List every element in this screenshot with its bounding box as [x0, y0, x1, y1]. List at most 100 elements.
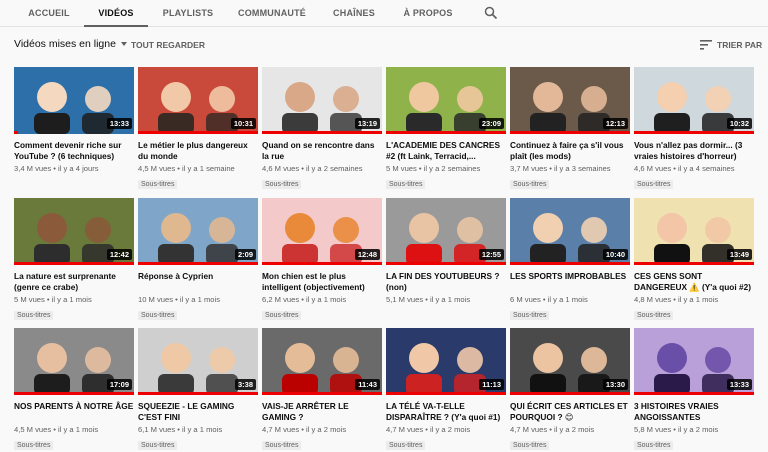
video-thumbnail[interactable]: 17:09	[14, 328, 134, 395]
sort-by-label: TRIER PAR	[717, 40, 763, 50]
video-meta: 6 M vues • il y a 1 mois	[510, 295, 588, 304]
video-card[interactable]: 12:55 LA FIN DES YOUTUBEURS ? (non) 5,1 M …	[386, 198, 506, 304]
video-thumbnail[interactable]: 11:43	[262, 328, 382, 395]
video-card[interactable]: 12:42 La nature est surprenante (genre ce…	[14, 198, 134, 322]
watch-progress-bar	[386, 392, 506, 395]
uploads-dropdown[interactable]: Vidéos mises en ligne	[14, 38, 127, 50]
video-card[interactable]: 13:30 QUI ÉCRIT CES ARTICLES ET POURQUOI …	[510, 328, 630, 452]
watch-progress-bar	[510, 262, 630, 265]
video-title[interactable]: CES GENS SONT DANGEREUX ⚠️ (Y'a quoi #2)	[634, 271, 754, 292]
video-thumbnail[interactable]: 12:42	[14, 198, 134, 265]
watch-progress-bar	[386, 262, 506, 265]
watch-progress-bar	[262, 131, 382, 134]
video-card[interactable]: 10:32 Vous n'allez pas dormir... (3 vraie…	[634, 67, 754, 191]
subtitles-badge: Sous-titres	[510, 180, 550, 189]
video-meta: 5 M vues • il y a 2 semaines	[386, 164, 481, 173]
subtitles-badge: Sous-titres	[634, 311, 674, 320]
video-card[interactable]: 12:48 Mon chien est le plus intelligent (…	[262, 198, 382, 322]
video-thumbnail[interactable]: 23:09	[386, 67, 506, 134]
video-card[interactable]: 13:33 3 HISTOIRES VRAIES ANGOISSANTES 5,8 …	[634, 328, 754, 452]
video-title[interactable]: LES SPORTS IMPROBABLES	[510, 271, 630, 292]
video-title[interactable]: Mon chien est le plus intelligent (objec…	[262, 271, 382, 292]
video-duration: 12:48	[354, 249, 380, 260]
watch-progress-bar	[634, 262, 754, 265]
video-duration: 13:49	[726, 249, 752, 260]
subtitles-badge: Sous-titres	[634, 441, 674, 450]
video-meta: 6,1 M vues • il y a 1 mois	[138, 425, 223, 434]
video-meta: 6,2 M vues • il y a 1 mois	[262, 295, 347, 304]
tab-accueil[interactable]: ACCUEIL	[22, 0, 76, 27]
video-thumbnail[interactable]: 13:33	[14, 67, 134, 134]
video-card[interactable]: 10:40 LES SPORTS IMPROBABLES 6 M vues • il…	[510, 198, 630, 322]
video-card[interactable]: 17:09 NOS PARENTS À NOTRE ÂGE 4,5 M vues •…	[14, 328, 134, 452]
video-title[interactable]: L'ACADEMIE DES CANCRES #2 (ft Laink, Ter…	[386, 140, 506, 161]
video-duration: 11:43	[355, 379, 380, 390]
video-meta: 4,6 M vues • il y a 2 semaines	[262, 164, 363, 173]
tab-videos[interactable]: VIDÉOS	[84, 0, 148, 27]
video-duration: 3:38	[234, 379, 256, 390]
video-title[interactable]: 3 HISTOIRES VRAIES ANGOISSANTES	[634, 401, 754, 422]
video-meta: 10 M vues • il y a 1 mois	[138, 295, 220, 304]
video-title[interactable]: Vous n'allez pas dormir... (3 vraies his…	[634, 140, 754, 161]
video-card[interactable]: 12:13 Continuez à faire ça s'il vous plaî…	[510, 67, 630, 191]
play-all-button[interactable]: TOUT REGARDER	[131, 40, 205, 50]
video-duration: 13:30	[602, 379, 628, 390]
watch-progress-bar	[14, 392, 134, 395]
video-meta: 5,8 M vues • il y a 2 mois	[634, 425, 719, 434]
video-duration: 12:42	[106, 249, 132, 260]
watch-progress-bar	[386, 131, 506, 134]
search-icon[interactable]	[484, 6, 498, 20]
video-thumbnail[interactable]: 13:49	[634, 198, 754, 265]
tab-playlists[interactable]: PLAYLISTS	[156, 0, 220, 27]
video-thumbnail[interactable]: 13:19	[262, 67, 382, 134]
video-card[interactable]: 13:19 Quand on se rencontre dans la rue 4,…	[262, 67, 382, 191]
watch-progress-bar	[138, 262, 258, 265]
subtitles-badge: Sous-titres	[510, 441, 550, 450]
tab-chaines[interactable]: CHAÎNES	[326, 0, 382, 27]
video-card[interactable]: 11:43 VAIS-JE ARRÊTER LE GAMING ? 4,7 M vu…	[262, 328, 382, 452]
video-title[interactable]: LA TÉLÉ VA-T-ELLE DISPARAÎTRE ? (Y'a quo…	[386, 401, 506, 422]
video-thumbnail[interactable]: 13:30	[510, 328, 630, 395]
video-title[interactable]: Comment devenir riche sur YouTube ? (6 t…	[14, 140, 134, 161]
video-thumbnail[interactable]: 10:32	[634, 67, 754, 134]
video-duration: 10:40	[602, 249, 628, 260]
video-thumbnail[interactable]: 3:38	[138, 328, 258, 395]
video-thumbnail[interactable]: 12:55	[386, 198, 506, 265]
video-title[interactable]: Continuez à faire ça s'il vous plaît (le…	[510, 140, 630, 161]
video-thumbnail[interactable]: 12:13	[510, 67, 630, 134]
caret-down-icon	[120, 42, 127, 47]
subtitles-badge: Sous-titres	[386, 441, 426, 450]
video-thumbnail[interactable]: 12:48	[262, 198, 382, 265]
video-card[interactable]: 13:49 CES GENS SONT DANGEREUX ⚠️ (Y'a quo…	[634, 198, 754, 322]
video-thumbnail[interactable]: 11:13	[386, 328, 506, 395]
tab-communaute[interactable]: COMMUNAUTÉ	[234, 0, 310, 27]
subtitles-badge: Sous-titres	[138, 180, 178, 189]
video-title[interactable]: VAIS-JE ARRÊTER LE GAMING ?	[262, 401, 382, 422]
video-card[interactable]: 23:09 L'ACADEMIE DES CANCRES #2 (ft Laink…	[386, 67, 506, 191]
watch-progress-bar	[138, 131, 258, 134]
video-card[interactable]: 10:31 Le métier le plus dangereux du mond…	[138, 67, 258, 191]
tab-a-propos[interactable]: À PROPOS	[398, 0, 458, 27]
subtitles-badge: Sous-titres	[14, 311, 54, 320]
video-title[interactable]: NOS PARENTS À NOTRE ÂGE	[14, 401, 134, 422]
video-card[interactable]: 2:09 Réponse à Cyprien 10 M vues • il y a …	[138, 198, 258, 322]
video-title[interactable]: La nature est surprenante (genre ce crab…	[14, 271, 134, 292]
subtitles-badge: Sous-titres	[14, 441, 54, 450]
video-duration: 13:33	[106, 118, 132, 129]
subtitles-badge: Sous-titres	[262, 311, 302, 320]
video-thumbnail[interactable]: 10:40	[510, 198, 630, 265]
video-title[interactable]: Quand on se rencontre dans la rue	[262, 140, 382, 161]
video-thumbnail[interactable]: 13:33	[634, 328, 754, 395]
video-title[interactable]: Le métier le plus dangereux du monde	[138, 140, 258, 161]
video-thumbnail[interactable]: 2:09	[138, 198, 258, 265]
video-duration: 13:19	[354, 118, 380, 129]
video-title[interactable]: SQUEEZIE - LE GAMING C'EST FINI	[138, 401, 258, 422]
video-card[interactable]: 3:38 SQUEEZIE - LE GAMING C'EST FINI 6,1 M…	[138, 328, 258, 452]
video-card[interactable]: 13:33 Comment devenir riche sur YouTube ?…	[14, 67, 134, 173]
video-title[interactable]: QUI ÉCRIT CES ARTICLES ET POURQUOI ? 😊	[510, 401, 630, 422]
video-thumbnail[interactable]: 10:31	[138, 67, 258, 134]
video-card[interactable]: 11:13 LA TÉLÉ VA-T-ELLE DISPARAÎTRE ? (Y'…	[386, 328, 506, 452]
video-duration: 23:09	[478, 118, 504, 129]
video-title[interactable]: LA FIN DES YOUTUBEURS ? (non)	[386, 271, 506, 292]
video-title[interactable]: Réponse à Cyprien	[138, 271, 258, 292]
